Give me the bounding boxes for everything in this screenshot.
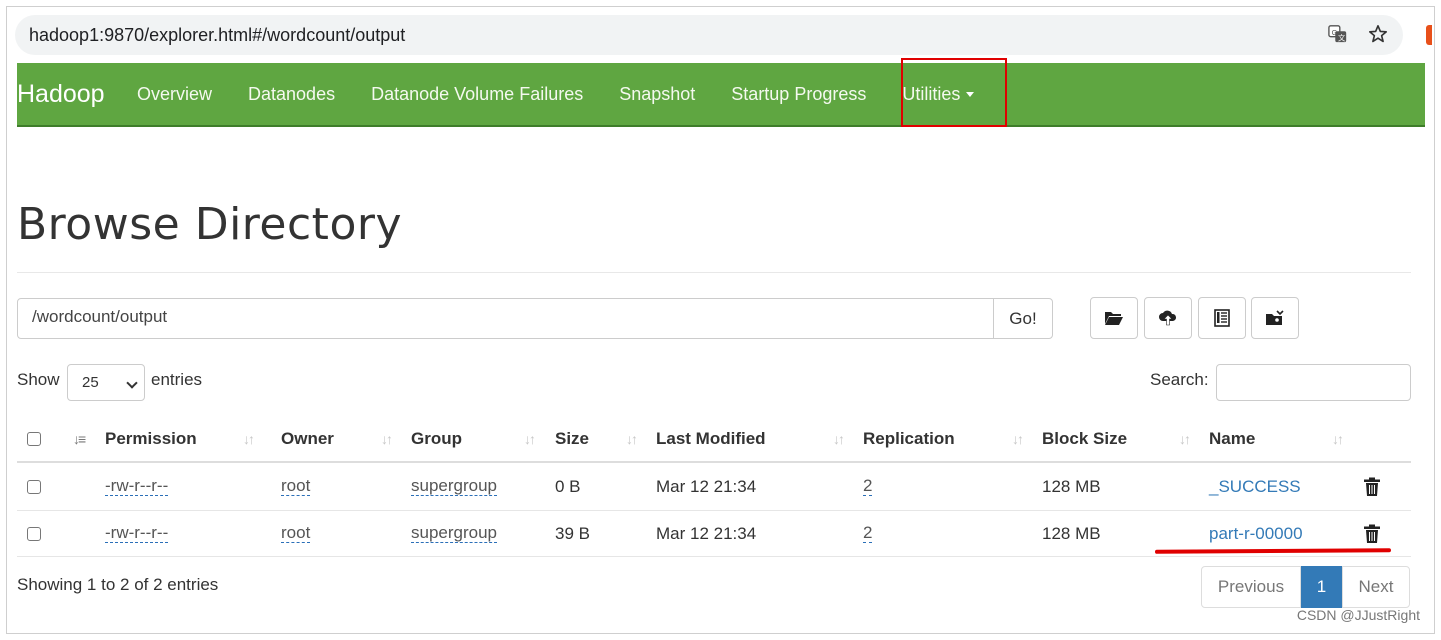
entries-select-value: 25	[82, 374, 99, 391]
watermark: CSDN @JJustRight	[1296, 607, 1420, 623]
folder-open-icon	[1105, 312, 1123, 325]
row-checkbox-cell	[27, 463, 41, 510]
header-group[interactable]: Group	[411, 417, 462, 461]
go-button[interactable]: Go!	[993, 298, 1053, 339]
header-replication[interactable]: Replication	[863, 417, 955, 461]
group-value[interactable]: supergroup	[411, 523, 498, 544]
sort-icon[interactable]: ↓↑	[1332, 417, 1344, 461]
search-input[interactable]	[1216, 364, 1411, 401]
nav-utilities-dropdown[interactable]: Utilities	[902, 83, 975, 105]
sort-icon[interactable]: ↓↑	[243, 417, 255, 461]
nav-startup-progress[interactable]: Startup Progress	[731, 84, 866, 105]
sort-icon[interactable]: ↓↑	[833, 417, 845, 461]
row-checkbox-cell	[27, 511, 41, 556]
permission-value[interactable]: -rw-r--r--	[105, 523, 169, 544]
next-page-button[interactable]: Next	[1342, 566, 1410, 608]
table-info: Showing 1 to 2 of 2 entries	[17, 575, 219, 594]
delete-button[interactable]	[1363, 463, 1381, 510]
header-last-modified[interactable]: Last Modified	[656, 417, 766, 461]
owner-value[interactable]: root	[281, 523, 311, 544]
trash-icon	[1364, 524, 1380, 543]
top-navbar: Hadoop Overview Datanodes Datanode Volum…	[17, 63, 1425, 127]
previous-page-button[interactable]: Previous	[1201, 566, 1301, 608]
cut-paste-button[interactable]	[1251, 297, 1299, 339]
owner-value[interactable]: root	[281, 476, 311, 497]
replication-value[interactable]: 2	[863, 476, 873, 497]
size-value: 0 B	[555, 476, 581, 496]
list-icon	[1214, 309, 1230, 327]
sort-icon[interactable]: ↓↑	[524, 417, 536, 461]
search-label: Search:	[1150, 370, 1209, 389]
caret-down-icon	[966, 92, 975, 98]
nav-datanode-volume-failures[interactable]: Datanode Volume Failures	[371, 84, 583, 105]
modified-value: Mar 12 21:34	[656, 523, 757, 543]
sort-icon[interactable]: ↓≡	[73, 417, 86, 461]
replication-value[interactable]: 2	[863, 523, 873, 544]
directory-path-input[interactable]: /wordcount/output	[17, 298, 994, 339]
header-block-size[interactable]: Block Size	[1042, 417, 1127, 461]
header-owner[interactable]: Owner	[281, 417, 334, 461]
list-view-button[interactable]	[1198, 297, 1246, 339]
nav-snapshot[interactable]: Snapshot	[619, 84, 695, 105]
table-header-row: ↓≡ Permission ↓↑ Owner ↓↑ Group ↓↑ Size …	[17, 417, 1411, 463]
block-size-value: 128 MB	[1042, 476, 1101, 496]
page-title: Browse Directory	[17, 199, 402, 250]
svg-text:文: 文	[1338, 33, 1346, 42]
file-name-link[interactable]: _SUCCESS	[1209, 463, 1301, 510]
select-all-cell	[27, 417, 41, 461]
title-divider	[17, 272, 1411, 273]
translate-icon[interactable]: G文	[1327, 23, 1349, 45]
upload-cloud-icon	[1159, 310, 1177, 326]
trash-icon	[1364, 477, 1380, 496]
create-directory-button[interactable]	[1090, 297, 1138, 339]
sort-icon[interactable]: ↓↑	[1012, 417, 1024, 461]
permission-value[interactable]: -rw-r--r--	[105, 476, 169, 497]
group-value[interactable]: supergroup	[411, 476, 498, 497]
sort-icon[interactable]: ↓↑	[1179, 417, 1191, 461]
svg-text:G: G	[1332, 28, 1338, 37]
row-checkbox[interactable]	[27, 479, 41, 494]
upload-files-button[interactable]	[1144, 297, 1192, 339]
entries-label: entries	[151, 370, 203, 389]
header-permission[interactable]: Permission	[105, 417, 197, 461]
nav-datanodes[interactable]: Datanodes	[248, 84, 335, 105]
size-value: 39 B	[555, 523, 590, 543]
sort-icon[interactable]: ↓↑	[626, 417, 638, 461]
block-size-value: 128 MB	[1042, 523, 1101, 543]
url-text[interactable]: hadoop1:9870/explorer.html#/wordcount/ou…	[29, 25, 405, 46]
address-bar[interactable]: hadoop1:9870/explorer.html#/wordcount/ou…	[15, 15, 1403, 55]
header-size[interactable]: Size	[555, 417, 589, 461]
header-name[interactable]: Name	[1209, 417, 1255, 461]
extension-icon[interactable]	[1426, 25, 1432, 45]
table-row: -rw-r--r-- root supergroup 0 B Mar 12 21…	[17, 463, 1411, 511]
cut-paste-icon	[1266, 310, 1284, 325]
chevron-down-icon	[126, 377, 138, 389]
row-checkbox[interactable]	[27, 526, 41, 541]
modified-value: Mar 12 21:34	[656, 476, 757, 496]
screenshot-frame: hadoop1:9870/explorer.html#/wordcount/ou…	[6, 6, 1435, 634]
nav-utilities-label: Utilities	[902, 83, 961, 104]
current-page-button[interactable]: 1	[1301, 566, 1342, 608]
pagination: Previous 1 Next	[1201, 566, 1410, 608]
star-icon[interactable]	[1367, 23, 1389, 45]
nav-overview[interactable]: Overview	[137, 84, 212, 105]
navbar-brand[interactable]: Hadoop	[17, 80, 137, 109]
sort-icon[interactable]: ↓↑	[381, 417, 393, 461]
entries-per-page-select[interactable]: 25	[67, 364, 145, 401]
select-all-checkbox[interactable]	[27, 432, 41, 446]
show-label: Show	[17, 370, 60, 389]
